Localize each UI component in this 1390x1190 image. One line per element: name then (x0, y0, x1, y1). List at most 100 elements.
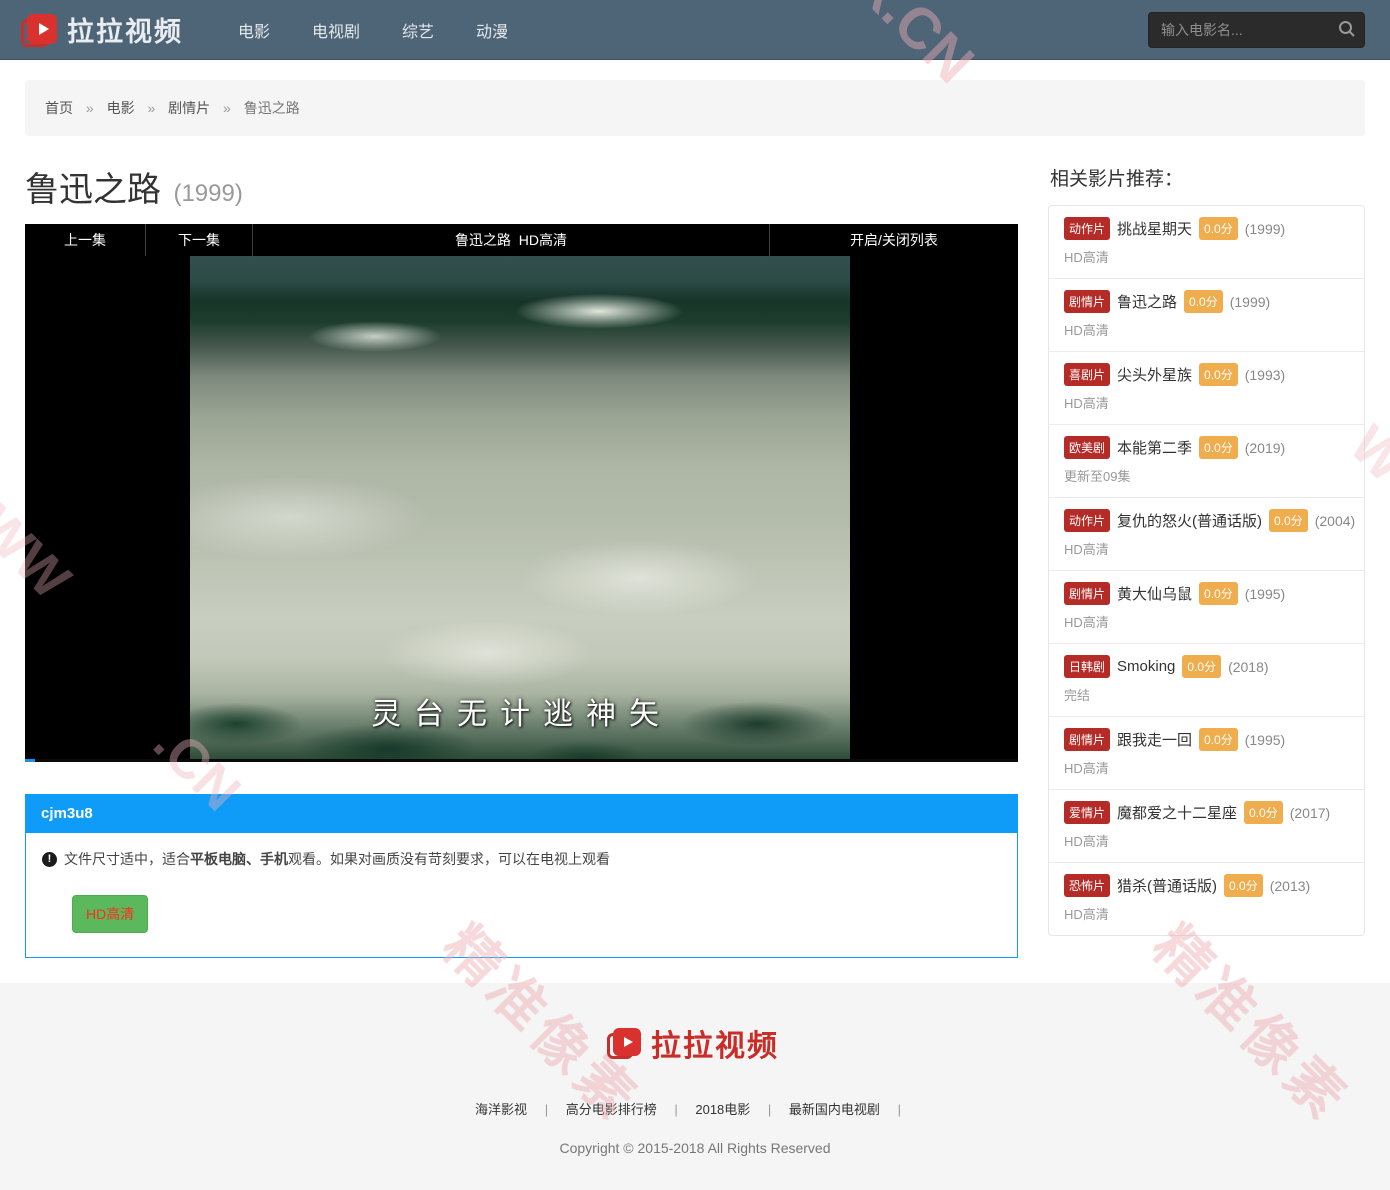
related-item-year: (2017) (1290, 805, 1330, 821)
related-item[interactable]: 剧情片 跟我走一回 0.0分 (1995) HD高清 (1049, 716, 1364, 789)
video-frame (190, 256, 850, 759)
rating-badge: 0.0分 (1199, 217, 1238, 240)
search-input[interactable] (1148, 12, 1365, 48)
footer-logo[interactable]: 拉拉视频 (611, 1021, 779, 1065)
related-item[interactable]: 剧情片 黄大仙乌鼠 0.0分 (1995) HD高清 (1049, 570, 1364, 643)
related-item-status: 更新至09集 (1064, 466, 1349, 485)
nav-item-movies[interactable]: 电影 (238, 18, 270, 42)
related-item-status: HD高清 (1064, 320, 1349, 339)
breadcrumb-movies[interactable]: 电影 (107, 100, 135, 116)
video-screen[interactable]: 灵台无计逃神矢 (25, 256, 1018, 759)
related-item-year: (1995) (1245, 586, 1285, 602)
related-item-status: HD高清 (1064, 612, 1349, 631)
page-title: 鲁迅之路 (25, 171, 161, 209)
source-tab-cjm3u8[interactable]: cjm3u8 (25, 794, 1018, 832)
category-badge: 爱情片 (1064, 801, 1110, 824)
nav-item-variety[interactable]: 综艺 (402, 18, 434, 42)
next-episode-button[interactable]: 下一集 (146, 224, 253, 256)
related-item[interactable]: 动作片 挑战星期天 0.0分 (1999) HD高清 (1049, 206, 1364, 278)
prev-episode-button[interactable]: 上一集 (25, 224, 146, 256)
rating-badge: 0.0分 (1199, 363, 1238, 386)
related-item-status: HD高清 (1064, 539, 1349, 558)
related-item-title: 鲁迅之路 (1117, 291, 1177, 312)
player-toolbar: 上一集 下一集 鲁迅之路 HD高清 开启/关闭列表 (25, 224, 1018, 256)
related-item[interactable]: 恐怖片 猎杀(普通话版) 0.0分 (2013) HD高清 (1049, 862, 1364, 935)
related-item-status: HD高清 (1064, 758, 1349, 777)
footer-link-ocean-films[interactable]: 海洋影视 (475, 1102, 527, 1117)
category-badge: 剧情片 (1064, 290, 1110, 313)
source-panel-body: ! 文件尺寸适中，适合平板电脑、手机观看。如果对画质没有苛刻要求，可以在电视上观… (25, 832, 1018, 958)
related-sidebar: 相关影片推荐： 动作片 挑战星期天 0.0分 (1999) HD高清 剧情片 鲁… (1048, 136, 1365, 936)
related-item-title: 猎杀(普通话版) (1117, 875, 1217, 896)
related-item-title: 挑战星期天 (1117, 218, 1192, 239)
category-badge: 恐怖片 (1064, 874, 1110, 897)
video-progress-bar[interactable] (25, 759, 1018, 762)
breadcrumb-drama[interactable]: 剧情片 (168, 100, 210, 116)
related-item-year: (1999) (1245, 221, 1285, 237)
related-item-year: (2018) (1228, 659, 1268, 675)
rating-badge: 0.0分 (1199, 582, 1238, 605)
footer-link-latest-tv[interactable]: 最新国内电视剧 (789, 1102, 880, 1117)
video-subtitle: 灵台无计逃神矢 (25, 689, 1018, 733)
related-item-year: (1993) (1245, 367, 1285, 383)
site-logo[interactable]: 拉拉视频 (25, 10, 183, 49)
category-badge: 剧情片 (1064, 728, 1110, 751)
play-logo-icon (25, 14, 57, 46)
category-badge: 日韩剧 (1064, 655, 1110, 678)
related-item-year: (2013) (1270, 878, 1310, 894)
related-item[interactable]: 喜剧片 尖头外星族 0.0分 (1993) HD高清 (1049, 351, 1364, 424)
footer-separator: | (898, 1102, 901, 1117)
related-item-title: 黄大仙乌鼠 (1117, 583, 1192, 604)
rating-badge: 0.0分 (1269, 509, 1308, 532)
related-item[interactable]: 爱情片 魔都爱之十二星座 0.0分 (2017) HD高清 (1049, 789, 1364, 862)
nav-item-tv-series[interactable]: 电视剧 (312, 18, 360, 42)
video-player: 上一集 下一集 鲁迅之路 HD高清 开启/关闭列表 灵台无计逃神矢 (25, 224, 1018, 762)
related-item-title: 魔都爱之十二星座 (1117, 802, 1237, 823)
page-footer: 拉拉视频 海洋影视 | 高分电影排行榜 | 2018电影 | 最新国内电视剧 |… (0, 983, 1390, 1190)
related-item-status: HD高清 (1064, 831, 1349, 850)
related-item[interactable]: 日韩剧 Smoking 0.0分 (2018) 完结 (1049, 643, 1364, 716)
info-icon: ! (42, 852, 57, 867)
source-note-text: 文件尺寸适中，适合平板电脑、手机观看。如果对画质没有苛刻要求，可以在电视上观看 (64, 849, 610, 869)
related-item-year: (1995) (1245, 732, 1285, 748)
page-year: (1999) (173, 180, 242, 207)
rating-badge: 0.0分 (1182, 655, 1221, 678)
related-item-title: 复仇的怒火(普通话版) (1117, 510, 1262, 531)
footer-separator: | (674, 1102, 677, 1117)
nav-item-anime[interactable]: 动漫 (476, 18, 508, 42)
page-head: 鲁迅之路 (1999) (25, 162, 1018, 211)
rating-badge: 0.0分 (1199, 436, 1238, 459)
related-item-title: 尖头外星族 (1117, 364, 1192, 385)
category-badge: 动作片 (1064, 217, 1110, 240)
related-item-year: (1999) (1230, 294, 1270, 310)
breadcrumb-current: 鲁迅之路 (244, 100, 300, 116)
search-icon[interactable] (1338, 20, 1356, 43)
copyright-text: Copyright © 2015-2018 All Rights Reserve… (0, 1140, 1390, 1156)
footer-links: 海洋影视 | 高分电影排行榜 | 2018电影 | 最新国内电视剧 | (0, 1099, 1390, 1118)
episode-hd-button[interactable]: HD高清 (72, 895, 148, 933)
breadcrumb-separator: » (86, 100, 94, 116)
search-box (1148, 12, 1365, 48)
breadcrumb-home[interactable]: 首页 (45, 100, 73, 116)
related-item[interactable]: 欧美剧 本能第二季 0.0分 (2019) 更新至09集 (1049, 424, 1364, 497)
footer-link-top-rated[interactable]: 高分电影排行榜 (566, 1102, 657, 1117)
video-progress-loaded (25, 759, 35, 762)
footer-separator: | (545, 1102, 548, 1117)
category-badge: 欧美剧 (1064, 436, 1110, 459)
footer-link-2018-movies[interactable]: 2018电影 (695, 1102, 750, 1117)
related-item[interactable]: 动作片 复仇的怒火(普通话版) 0.0分 (2004) HD高清 (1049, 497, 1364, 570)
related-list: 动作片 挑战星期天 0.0分 (1999) HD高清 剧情片 鲁迅之路 0.0分… (1048, 205, 1365, 936)
breadcrumb-separator: » (147, 100, 155, 116)
related-item-year: (2019) (1245, 440, 1285, 456)
breadcrumb: 首页 » 电影 » 剧情片 » 鲁迅之路 (25, 80, 1365, 136)
category-badge: 剧情片 (1064, 582, 1110, 605)
category-badge: 动作片 (1064, 509, 1110, 532)
rating-badge: 0.0分 (1199, 728, 1238, 751)
rating-badge: 0.0分 (1184, 290, 1223, 313)
breadcrumb-separator: » (223, 100, 231, 116)
now-playing-label: 鲁迅之路 HD高清 (253, 224, 770, 256)
toggle-playlist-button[interactable]: 开启/关闭列表 (770, 224, 1018, 256)
source-panel: cjm3u8 ! 文件尺寸适中，适合平板电脑、手机观看。如果对画质没有苛刻要求，… (25, 794, 1018, 958)
related-item-year: (2004) (1315, 513, 1355, 529)
related-item[interactable]: 剧情片 鲁迅之路 0.0分 (1999) HD高清 (1049, 278, 1364, 351)
